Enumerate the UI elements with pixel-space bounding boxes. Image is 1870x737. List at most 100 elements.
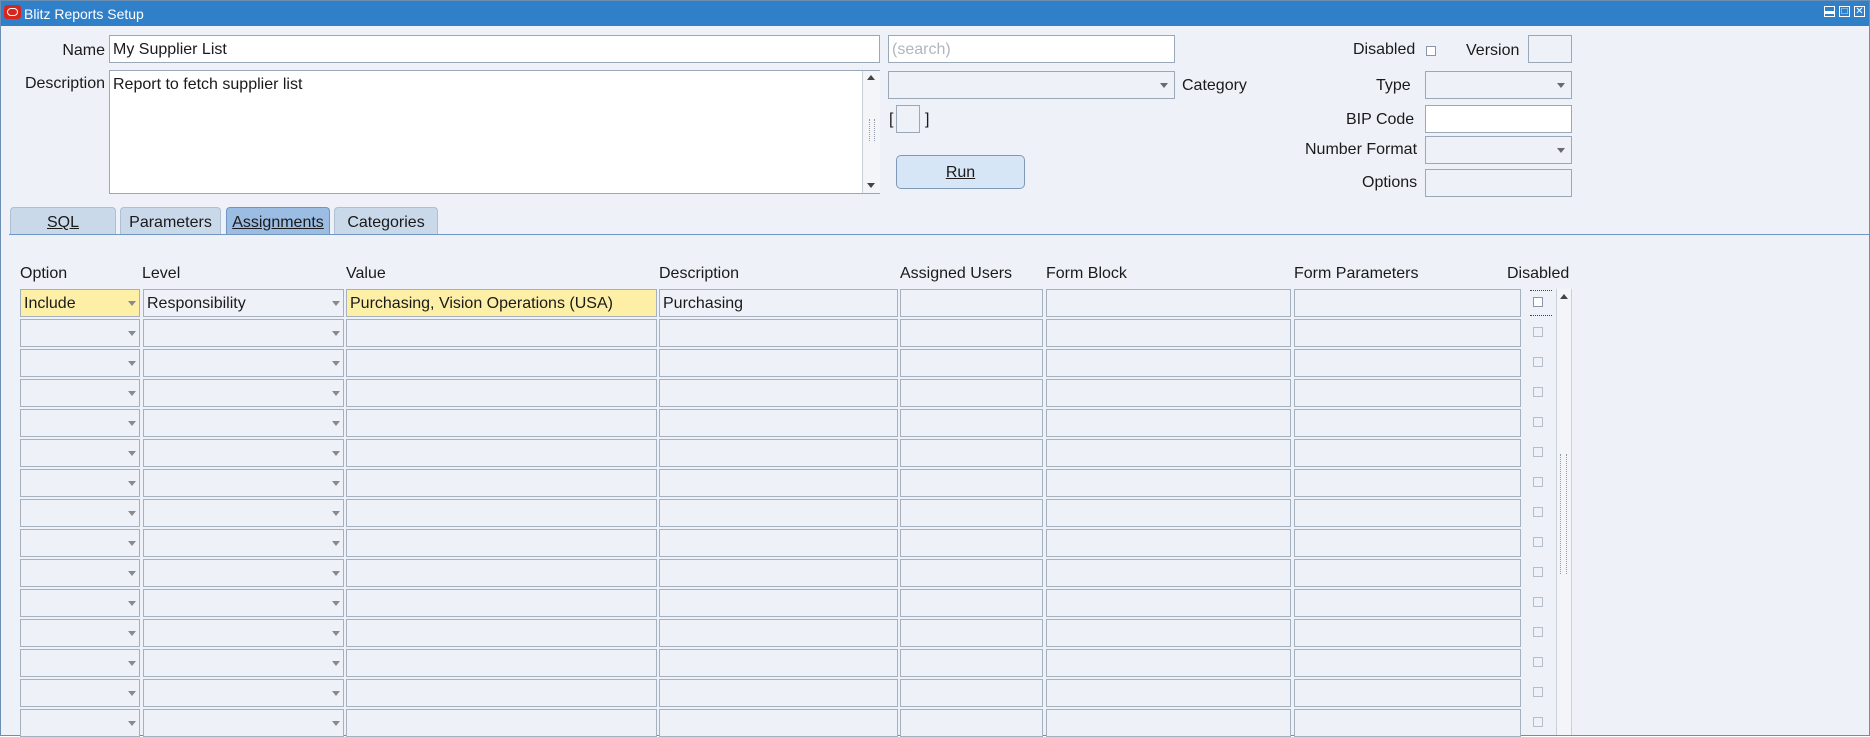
row-2-form-parameters-field[interactable]: [1294, 349, 1521, 377]
row-7-description-field[interactable]: [659, 499, 898, 527]
row-9-level-select[interactable]: [143, 559, 344, 587]
row-5-description-field[interactable]: [659, 439, 898, 467]
row-13-form-block-field[interactable]: [1046, 679, 1291, 707]
row-12-disabled-checkbox[interactable]: [1533, 657, 1543, 667]
category-select[interactable]: [888, 71, 1175, 99]
row-8-option-select[interactable]: [20, 529, 140, 557]
row-14-level-select[interactable]: [143, 709, 344, 737]
row-14-assigned-users-field[interactable]: [900, 709, 1043, 737]
row-0-value-field[interactable]: Purchasing, Vision Operations (USA): [346, 289, 657, 317]
row-11-form-block-field[interactable]: [1046, 619, 1291, 647]
row-3-level-select[interactable]: [143, 379, 344, 407]
scroll-grip-icon[interactable]: [869, 119, 875, 141]
row-1-option-select[interactable]: [20, 319, 140, 347]
table-scrollbar[interactable]: [1556, 289, 1572, 735]
row-9-assigned-users-field[interactable]: [900, 559, 1043, 587]
name-input[interactable]: My Supplier List: [109, 35, 880, 63]
type-select[interactable]: [1425, 71, 1572, 99]
row-3-value-field[interactable]: [346, 379, 657, 407]
row-13-description-field[interactable]: [659, 679, 898, 707]
row-10-value-field[interactable]: [346, 589, 657, 617]
row-0-form-block-field[interactable]: [1046, 289, 1291, 317]
row-14-value-field[interactable]: [346, 709, 657, 737]
row-6-option-select[interactable]: [20, 469, 140, 497]
title-bar[interactable]: Blitz Reports Setup ▬ □ ✕: [1, 1, 1869, 26]
row-5-assigned-users-field[interactable]: [900, 439, 1043, 467]
row-1-disabled-checkbox[interactable]: [1533, 327, 1543, 337]
row-0-description-field[interactable]: Purchasing: [659, 289, 898, 317]
small-field[interactable]: [896, 105, 920, 133]
row-3-option-select[interactable]: [20, 379, 140, 407]
row-5-option-select[interactable]: [20, 439, 140, 467]
row-8-level-select[interactable]: [143, 529, 344, 557]
row-5-level-select[interactable]: [143, 439, 344, 467]
number-format-select[interactable]: [1425, 136, 1572, 164]
row-3-disabled-checkbox[interactable]: [1533, 387, 1543, 397]
row-14-form-block-field[interactable]: [1046, 709, 1291, 737]
row-12-assigned-users-field[interactable]: [900, 649, 1043, 677]
row-9-disabled-checkbox[interactable]: [1533, 567, 1543, 577]
row-8-description-field[interactable]: [659, 529, 898, 557]
run-button[interactable]: Run: [896, 155, 1025, 189]
row-4-option-select[interactable]: [20, 409, 140, 437]
row-2-form-block-field[interactable]: [1046, 349, 1291, 377]
row-2-option-select[interactable]: [20, 349, 140, 377]
row-10-level-select[interactable]: [143, 589, 344, 617]
row-10-assigned-users-field[interactable]: [900, 589, 1043, 617]
row-8-value-field[interactable]: [346, 529, 657, 557]
row-6-form-block-field[interactable]: [1046, 469, 1291, 497]
row-7-disabled-checkbox[interactable]: [1533, 507, 1543, 517]
row-4-description-field[interactable]: [659, 409, 898, 437]
row-0-form-parameters-field[interactable]: [1294, 289, 1521, 317]
row-5-value-field[interactable]: [346, 439, 657, 467]
row-1-level-select[interactable]: [143, 319, 344, 347]
row-9-description-field[interactable]: [659, 559, 898, 587]
row-12-description-field[interactable]: [659, 649, 898, 677]
row-11-description-field[interactable]: [659, 619, 898, 647]
row-10-form-block-field[interactable]: [1046, 589, 1291, 617]
row-1-form-parameters-field[interactable]: [1294, 319, 1521, 347]
row-8-assigned-users-field[interactable]: [900, 529, 1043, 557]
row-9-form-block-field[interactable]: [1046, 559, 1291, 587]
row-2-assigned-users-field[interactable]: [900, 349, 1043, 377]
row-4-form-parameters-field[interactable]: [1294, 409, 1521, 437]
row-12-form-block-field[interactable]: [1046, 649, 1291, 677]
options-field[interactable]: [1425, 169, 1572, 197]
row-11-form-parameters-field[interactable]: [1294, 619, 1521, 647]
row-6-assigned-users-field[interactable]: [900, 469, 1043, 497]
row-10-description-field[interactable]: [659, 589, 898, 617]
row-10-disabled-checkbox[interactable]: [1533, 597, 1543, 607]
row-1-description-field[interactable]: [659, 319, 898, 347]
row-1-form-block-field[interactable]: [1046, 319, 1291, 347]
row-14-disabled-checkbox[interactable]: [1533, 717, 1543, 727]
description-textarea[interactable]: Report to fetch supplier list: [109, 70, 880, 194]
row-6-description-field[interactable]: [659, 469, 898, 497]
row-6-form-parameters-field[interactable]: [1294, 469, 1521, 497]
row-11-level-select[interactable]: [143, 619, 344, 647]
row-12-option-select[interactable]: [20, 649, 140, 677]
close-icon[interactable]: ✕: [1854, 6, 1865, 17]
row-7-form-parameters-field[interactable]: [1294, 499, 1521, 527]
row-1-value-field[interactable]: [346, 319, 657, 347]
row-13-assigned-users-field[interactable]: [900, 679, 1043, 707]
row-7-level-select[interactable]: [143, 499, 344, 527]
row-12-level-select[interactable]: [143, 649, 344, 677]
row-5-form-block-field[interactable]: [1046, 439, 1291, 467]
row-6-disabled-checkbox[interactable]: [1533, 477, 1543, 487]
row-7-value-field[interactable]: [346, 499, 657, 527]
row-2-level-select[interactable]: [143, 349, 344, 377]
row-7-form-block-field[interactable]: [1046, 499, 1291, 527]
tab-categories[interactable]: Categories: [334, 207, 438, 235]
row-5-form-parameters-field[interactable]: [1294, 439, 1521, 467]
row-8-form-parameters-field[interactable]: [1294, 529, 1521, 557]
row-2-value-field[interactable]: [346, 349, 657, 377]
row-4-assigned-users-field[interactable]: [900, 409, 1043, 437]
row-1-assigned-users-field[interactable]: [900, 319, 1043, 347]
row-11-disabled-checkbox[interactable]: [1533, 627, 1543, 637]
bip-code-input[interactable]: [1425, 105, 1572, 133]
tab-assignments[interactable]: Assignments: [226, 207, 330, 235]
row-13-disabled-checkbox[interactable]: [1533, 687, 1543, 697]
row-14-description-field[interactable]: [659, 709, 898, 737]
row-14-option-select[interactable]: [20, 709, 140, 737]
row-10-option-select[interactable]: [20, 589, 140, 617]
